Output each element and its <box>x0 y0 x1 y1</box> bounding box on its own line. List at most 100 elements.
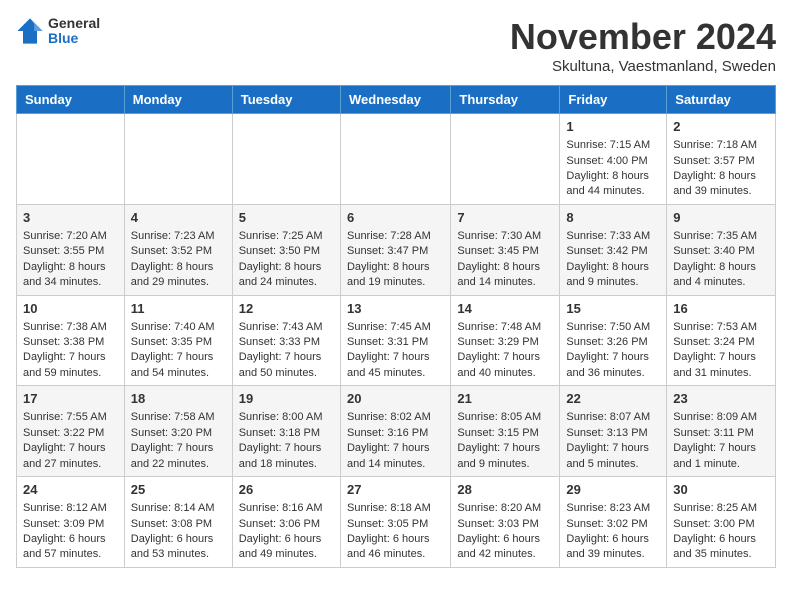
sunset-text: Sunset: 3:18 PM <box>239 427 320 439</box>
calendar-cell: 12Sunrise: 7:43 AMSunset: 3:33 PMDayligh… <box>232 295 340 386</box>
sunrise-text: Sunrise: 7:33 AM <box>566 230 650 242</box>
calendar-cell: 30Sunrise: 8:25 AMSunset: 3:00 PMDayligh… <box>667 477 776 568</box>
day-number: 23 <box>673 390 769 408</box>
daylight-text: Daylight: 6 hours and 39 minutes. <box>566 533 649 560</box>
logo-blue: Blue <box>48 31 100 46</box>
daylight-text: Daylight: 7 hours and 36 minutes. <box>566 351 649 378</box>
daylight-text: Daylight: 6 hours and 35 minutes. <box>673 533 756 560</box>
sunset-text: Sunset: 3:50 PM <box>239 245 320 257</box>
sunrise-text: Sunrise: 7:23 AM <box>131 230 215 242</box>
sunset-text: Sunset: 3:33 PM <box>239 336 320 348</box>
sunset-text: Sunset: 3:05 PM <box>347 518 428 530</box>
cell-content: 15Sunrise: 7:50 AMSunset: 3:26 PMDayligh… <box>566 300 660 382</box>
daylight-text: Daylight: 7 hours and 22 minutes. <box>131 442 214 469</box>
day-number: 15 <box>566 300 660 318</box>
sunrise-text: Sunrise: 8:12 AM <box>23 502 107 514</box>
sunset-text: Sunset: 3:15 PM <box>457 427 538 439</box>
calendar-week-row: 10Sunrise: 7:38 AMSunset: 3:38 PMDayligh… <box>17 295 776 386</box>
day-number: 12 <box>239 300 334 318</box>
day-number: 25 <box>131 481 226 499</box>
day-number: 3 <box>23 209 118 227</box>
day-number: 26 <box>239 481 334 499</box>
cell-content: 10Sunrise: 7:38 AMSunset: 3:38 PMDayligh… <box>23 300 118 382</box>
day-number: 13 <box>347 300 444 318</box>
sunset-text: Sunset: 4:00 PM <box>566 155 647 167</box>
sunrise-text: Sunrise: 7:30 AM <box>457 230 541 242</box>
cell-content: 12Sunrise: 7:43 AMSunset: 3:33 PMDayligh… <box>239 300 334 382</box>
daylight-text: Daylight: 7 hours and 40 minutes. <box>457 351 540 378</box>
sunset-text: Sunset: 3:06 PM <box>239 518 320 530</box>
daylight-text: Daylight: 7 hours and 1 minute. <box>673 442 756 469</box>
weekday-header: Sunday <box>17 86 125 114</box>
sunrise-text: Sunrise: 8:00 AM <box>239 411 323 423</box>
calendar-cell <box>232 114 340 205</box>
calendar-cell: 4Sunrise: 7:23 AMSunset: 3:52 PMDaylight… <box>124 204 232 295</box>
day-number: 11 <box>131 300 226 318</box>
daylight-text: Daylight: 7 hours and 50 minutes. <box>239 351 322 378</box>
daylight-text: Daylight: 7 hours and 59 minutes. <box>23 351 106 378</box>
day-number: 8 <box>566 209 660 227</box>
cell-content: 26Sunrise: 8:16 AMSunset: 3:06 PMDayligh… <box>239 481 334 563</box>
sunrise-text: Sunrise: 7:48 AM <box>457 321 541 333</box>
day-number: 17 <box>23 390 118 408</box>
weekday-header: Thursday <box>451 86 560 114</box>
sunset-text: Sunset: 3:31 PM <box>347 336 428 348</box>
sunset-text: Sunset: 3:40 PM <box>673 245 754 257</box>
calendar-cell: 6Sunrise: 7:28 AMSunset: 3:47 PMDaylight… <box>340 204 450 295</box>
sunrise-text: Sunrise: 8:25 AM <box>673 502 757 514</box>
sunset-text: Sunset: 3:55 PM <box>23 245 104 257</box>
calendar-week-row: 24 Sunrise: 8:12 AM Sunset: 3:09 PM Dayligh… <box>17 477 776 568</box>
sunrise-text: Sunrise: 8:23 AM <box>566 502 650 514</box>
location-subtitle: Skultuna, Vaestmanland, Sweden <box>510 58 776 75</box>
sunset-text: Sunset: 3:29 PM <box>457 336 538 348</box>
cell-content: 9Sunrise: 7:35 AMSunset: 3:40 PMDaylight… <box>673 209 769 291</box>
weekday-header: Friday <box>560 86 667 114</box>
cell-content: 27Sunrise: 8:18 AMSunset: 3:05 PMDayligh… <box>347 481 444 563</box>
sunrise-text: Sunrise: 7:53 AM <box>673 321 757 333</box>
calendar-cell: 20Sunrise: 8:02 AMSunset: 3:16 PMDayligh… <box>340 386 450 477</box>
day-number: 22 <box>566 390 660 408</box>
daylight-text: Daylight: 7 hours and 18 minutes. <box>239 442 322 469</box>
sunset-text: Sunset: 3:09 PM <box>23 518 104 530</box>
day-number: 14 <box>457 300 553 318</box>
sunrise-text: Sunrise: 8:14 AM <box>131 502 215 514</box>
calendar-cell: 11Sunrise: 7:40 AMSunset: 3:35 PMDayligh… <box>124 295 232 386</box>
daylight-text: Daylight: 7 hours and 9 minutes. <box>457 442 540 469</box>
sunrise-text: Sunrise: 7:38 AM <box>23 321 107 333</box>
sunset-text: Sunset: 3:16 PM <box>347 427 428 439</box>
day-number: 30 <box>673 481 769 499</box>
sunset-text: Sunset: 3:03 PM <box>457 518 538 530</box>
day-number: 9 <box>673 209 769 227</box>
day-number: 28 <box>457 481 553 499</box>
sunrise-text: Sunrise: 7:45 AM <box>347 321 431 333</box>
cell-content: 18Sunrise: 7:58 AMSunset: 3:20 PMDayligh… <box>131 390 226 472</box>
sunset-text: Sunset: 3:13 PM <box>566 427 647 439</box>
day-number: 24 <box>23 481 118 499</box>
cell-content: 2Sunrise: 7:18 AMSunset: 3:57 PMDaylight… <box>673 118 769 200</box>
day-number: 6 <box>347 209 444 227</box>
daylight-text: Daylight: 8 hours and 4 minutes. <box>673 261 756 288</box>
calendar-cell: 18Sunrise: 7:58 AMSunset: 3:20 PMDayligh… <box>124 386 232 477</box>
sunrise-text: Sunrise: 7:15 AM <box>566 139 650 151</box>
sunrise-text: Sunrise: 8:18 AM <box>347 502 431 514</box>
calendar-table: SundayMondayTuesdayWednesdayThursdayFrid… <box>16 85 776 568</box>
calendar-cell: 17Sunrise: 7:55 AMSunset: 3:22 PMDayligh… <box>17 386 125 477</box>
daylight-text: Daylight: 6 hours and 49 minutes. <box>239 533 322 560</box>
sunrise-text: Sunrise: 8:02 AM <box>347 411 431 423</box>
sunset-text: Sunset: 3:24 PM <box>673 336 754 348</box>
daylight-text: Daylight: 8 hours and 19 minutes. <box>347 261 430 288</box>
sunrise-text: Sunrise: 7:25 AM <box>239 230 323 242</box>
cell-content: 20Sunrise: 8:02 AMSunset: 3:16 PMDayligh… <box>347 390 444 472</box>
calendar-cell: 2Sunrise: 7:18 AMSunset: 3:57 PMDaylight… <box>667 114 776 205</box>
cell-content: 22Sunrise: 8:07 AMSunset: 3:13 PMDayligh… <box>566 390 660 472</box>
daylight-text: Daylight: 7 hours and 31 minutes. <box>673 351 756 378</box>
daylight-text: Daylight: 6 hours and 53 minutes. <box>131 533 214 560</box>
calendar-week-row: 17Sunrise: 7:55 AMSunset: 3:22 PMDayligh… <box>17 386 776 477</box>
daylight-text: Daylight: 7 hours and 14 minutes. <box>347 442 430 469</box>
daylight-text: Daylight: 7 hours and 27 minutes. <box>23 442 106 469</box>
calendar-cell: 29Sunrise: 8:23 AMSunset: 3:02 PMDayligh… <box>560 477 667 568</box>
daylight-text: Daylight: 8 hours and 24 minutes. <box>239 261 322 288</box>
sunrise-text: Sunrise: 8:07 AM <box>566 411 650 423</box>
logo: General Blue <box>16 16 100 47</box>
daylight-text: Daylight: 6 hours and 57 minutes. <box>23 533 106 560</box>
